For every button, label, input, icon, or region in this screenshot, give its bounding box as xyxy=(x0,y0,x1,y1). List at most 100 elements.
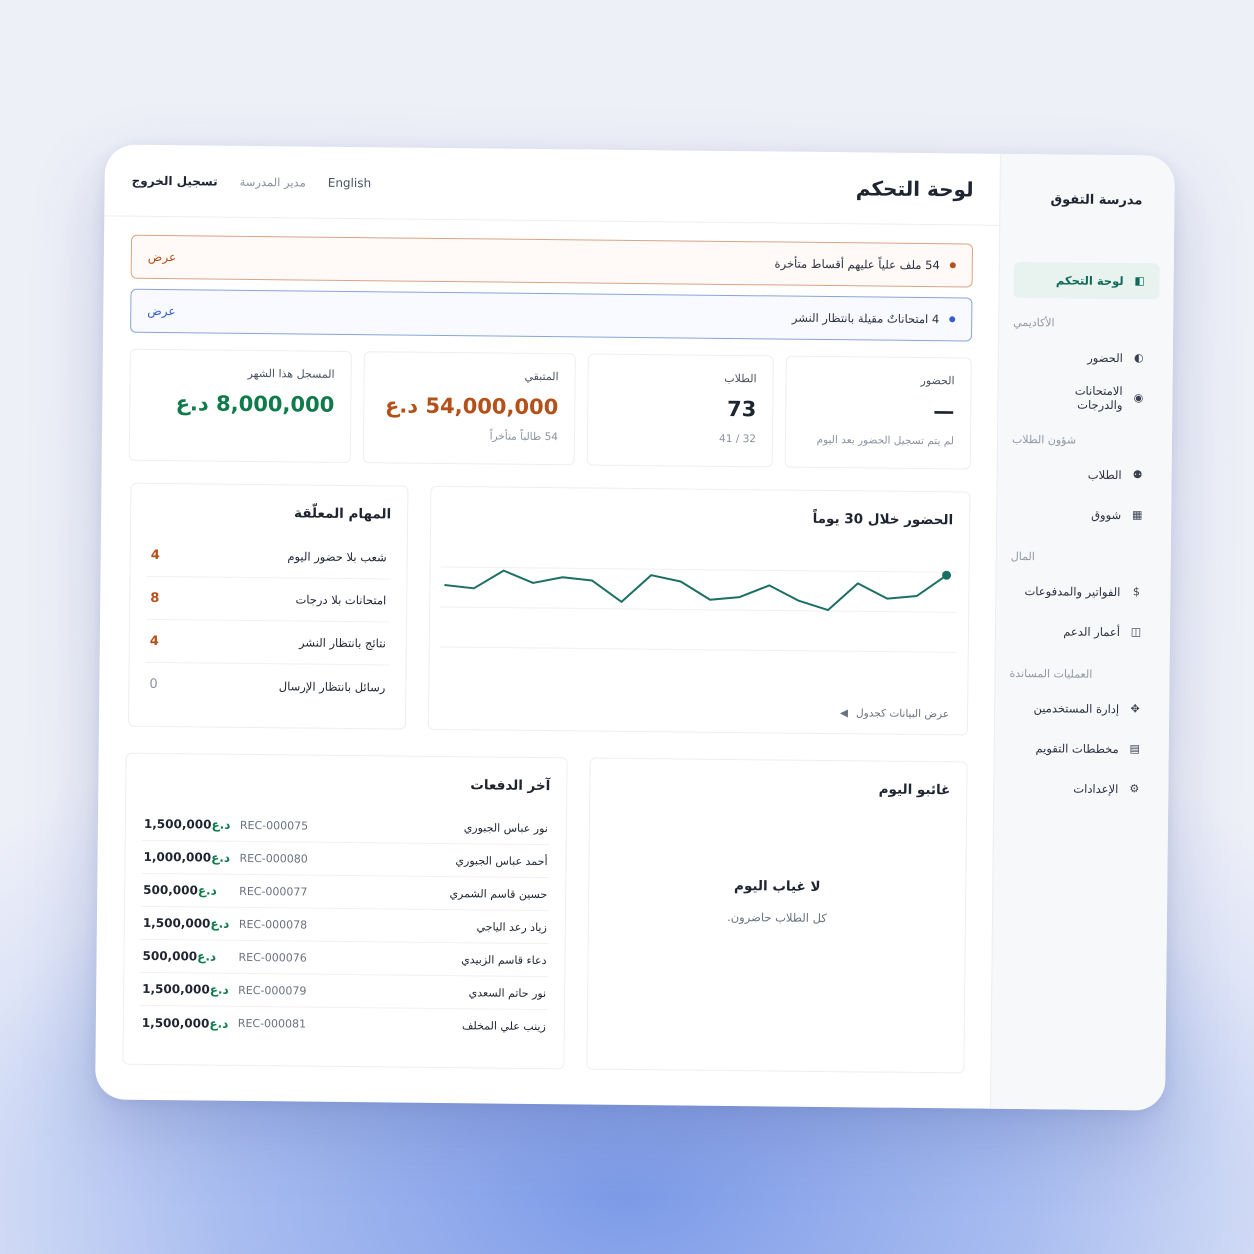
payment-amount: د.ع1,500,000 xyxy=(142,1015,238,1030)
logout-link[interactable]: تسجيل الخروج xyxy=(132,173,218,188)
sidebar-item-affairs[interactable]: ▦ شووق xyxy=(1011,496,1157,534)
task-label: شعب بلا حضور اليوم xyxy=(287,549,387,565)
chart-gridline xyxy=(440,606,957,613)
payment-receipt-number: REC-000081 xyxy=(237,1016,307,1031)
sidebar-item-label: الامتحانات والدرجات xyxy=(1074,383,1123,413)
payment-receipt-number: REC-000075 xyxy=(239,818,309,833)
month-stat-card: المسجل هذا الشهر 8,000,000 د.ع xyxy=(128,348,352,464)
sidebar-item-label: الفواتير والمدفوعات xyxy=(1024,584,1121,600)
chart-gridline xyxy=(439,646,956,653)
sidebar-item-exams[interactable]: ◉ الامتحانات والدرجات xyxy=(1012,379,1158,417)
payment-row[interactable]: حسين قاسم الشمري REC-000077 د.ع500,000 xyxy=(141,873,550,912)
contrast-icon: ◐ xyxy=(1133,351,1144,365)
sidebar-item-dashboard[interactable]: ◧ لوحة التحكم xyxy=(1013,261,1160,300)
payment-amount: د.ع500,000 xyxy=(143,883,239,898)
cog-icon: ✥ xyxy=(1130,702,1140,716)
view-overdue-link[interactable]: عرض xyxy=(148,250,176,264)
sidebar-item-calendar[interactable]: ▤ مخططات التقويم xyxy=(1009,730,1155,768)
task-count: 4 xyxy=(150,547,160,563)
sidebar-group-academic: الأكاديمي xyxy=(1013,315,1055,330)
users-icon: ⚉ xyxy=(1132,468,1143,482)
task-count: 4 xyxy=(149,633,159,649)
payment-row[interactable]: زياد رعد الياجي REC-000078 د.ع1,500,000 xyxy=(140,906,550,945)
amount-value: 1,500,000 xyxy=(142,915,211,931)
language-toggle[interactable]: English xyxy=(328,175,371,189)
sidebar-item-users[interactable]: ✥ إدارة المستخدمين xyxy=(1009,690,1155,728)
bottom-row: غائبو اليوم لا غياب اليوم كل الطلاب حاضر… xyxy=(122,752,968,1074)
view-exams-link[interactable]: عرض xyxy=(147,304,175,318)
alert-text: 54 ملف علياً عليهم أقساط متأخرة xyxy=(774,256,940,273)
stat-value: — xyxy=(933,399,955,424)
payment-row[interactable]: دعاء قاسم الزبيدي REC-000076 د.ع500,000 xyxy=(140,939,549,978)
sidebar-item-settings[interactable]: ⚙ الإعدادات xyxy=(1008,770,1154,808)
payment-student-name: زياد رعد الياجي xyxy=(476,919,547,934)
dollar-icon: $ xyxy=(1132,585,1140,599)
amount-value: 1,500,000 xyxy=(141,1015,210,1031)
pending-tasks-card: المهام المعلّقة شعب بلا حضور اليوم 4 امت… xyxy=(127,482,409,730)
payment-row[interactable]: نور حاتم السعدي REC-000079 د.ع1,500,000 xyxy=(140,972,549,1011)
currency-label: د.ع xyxy=(211,850,231,865)
payment-student-name: نور حاتم السعدي xyxy=(468,985,547,1000)
main-area: لوحة التحكم تسجيل الخروج مدير المدرسة En… xyxy=(95,144,1000,1108)
sidebar: مدرسة التفوق ◧ لوحة التحكم الأكاديمي ◐ ا… xyxy=(989,153,1175,1111)
stat-label: المسجل هذا الشهر xyxy=(247,366,335,381)
chart-gridline xyxy=(440,566,957,573)
view-as-table-link[interactable]: عرض البيانات كجدول ◀ xyxy=(840,707,949,720)
dashboard-icon: ◧ xyxy=(1134,274,1145,288)
page-title: لوحة التحكم xyxy=(855,175,974,202)
amount-value: 1,000,000 xyxy=(143,849,212,865)
payment-receipt-number: REC-000079 xyxy=(238,983,307,998)
payment-student-name: دعاء قاسم الزبيدي xyxy=(461,952,547,967)
sidebar-item-label: لوحة التحكم xyxy=(1055,273,1124,289)
app-window: مدرسة التفوق ◧ لوحة التحكم الأكاديمي ◐ ا… xyxy=(95,144,1175,1111)
alert-dot-icon xyxy=(949,316,956,323)
payment-student-name: نور عباس الجبوري xyxy=(463,820,548,835)
sidebar-item-label: الحضور xyxy=(1087,350,1123,366)
task-count: 0 xyxy=(149,676,158,693)
sidebar-item-label: إدارة المستخدمين xyxy=(1033,701,1120,717)
sidebar-item-attendance[interactable]: ◐ الحضور xyxy=(1013,339,1159,377)
payment-student-name: زينب علي المخلف xyxy=(461,1019,546,1034)
task-item[interactable]: شعب بلا حضور اليوم 4 xyxy=(146,533,391,580)
students-stat-card: الطلاب 73 41 / 32 xyxy=(586,353,774,468)
sidebar-item-label: الإعدادات xyxy=(1073,781,1119,797)
payment-amount: د.ع1,500,000 xyxy=(144,817,240,832)
task-item[interactable]: امتحانات بلا درجات 8 xyxy=(146,576,391,623)
due-stat-card: المتبقي 54,000,000 د.ع 54 طالباً متأخراً xyxy=(362,351,576,466)
alert-dot-icon xyxy=(949,262,956,269)
currency-label: د.ع xyxy=(209,1016,229,1031)
task-label: امتحانات بلا درجات xyxy=(295,592,387,608)
stat-value: 73 xyxy=(726,396,757,422)
task-count: 8 xyxy=(150,590,160,606)
calculator-icon: ▦ xyxy=(1131,508,1143,522)
overdue-fees-alert: 54 ملف علياً عليهم أقساط متأخرة عرض xyxy=(130,234,974,288)
top-links: تسجيل الخروج مدير المدرسة English xyxy=(132,173,372,190)
stat-sub: 54 طالباً متأخراً xyxy=(489,430,559,444)
payment-receipt-number: REC-000076 xyxy=(238,950,307,965)
payment-row[interactable]: أحمد عباس الجبوري REC-000080 د.ع1,000,000 xyxy=(141,840,550,879)
payment-amount: د.ع500,000 xyxy=(142,949,238,964)
stat-value: 54,000,000 د.ع xyxy=(384,393,559,420)
amount-value: 500,000 xyxy=(142,948,198,964)
task-label: رسائل بانتظار الإرسال xyxy=(278,678,386,694)
sidebar-item-invoices[interactable]: $ الفواتير والمدفوعات xyxy=(1010,573,1156,611)
sidebar-group-operations: العمليات المساندة xyxy=(1009,666,1093,681)
payment-row[interactable]: نور عباس الجبوري REC-000075 د.ع1,500,000 xyxy=(141,807,551,846)
sidebar-item-label: شووق xyxy=(1091,507,1122,523)
sidebar-item-students[interactable]: ⚉ الطلاب xyxy=(1011,456,1157,494)
amount-value: 1,500,000 xyxy=(143,816,212,832)
currency-label: د.ع xyxy=(211,817,231,832)
tasks-title: المهام المعلّقة xyxy=(293,505,392,523)
payment-amount: د.ع1,500,000 xyxy=(142,982,238,997)
payment-student-name: حسين قاسم الشمري xyxy=(449,886,548,901)
sidebar-item-support[interactable]: ◫ أعمار الدعم xyxy=(1010,613,1156,651)
task-item[interactable]: نتائج بانتظار النشر 4 xyxy=(145,619,391,666)
payment-receipt-number: REC-000080 xyxy=(239,851,308,866)
pending-exams-alert: 4 امتحاناتٌ مقيلة بانتظار النشر عرض xyxy=(130,288,973,342)
user-role: مدير المدرسة xyxy=(239,174,306,190)
payments-title: آخر الدفعات xyxy=(470,777,551,795)
payment-row[interactable]: زينب علي المخلف REC-000081 د.ع1,500,000 xyxy=(140,1006,548,1043)
attendance-chart-card: الحضور خلال 30 يوماً عرض البيانات كجدول … xyxy=(427,485,971,736)
task-item[interactable]: رسائل بانتظار الإرسال 0 xyxy=(145,663,389,709)
sidebar-group-students: شؤون الطلاب xyxy=(1011,432,1077,447)
